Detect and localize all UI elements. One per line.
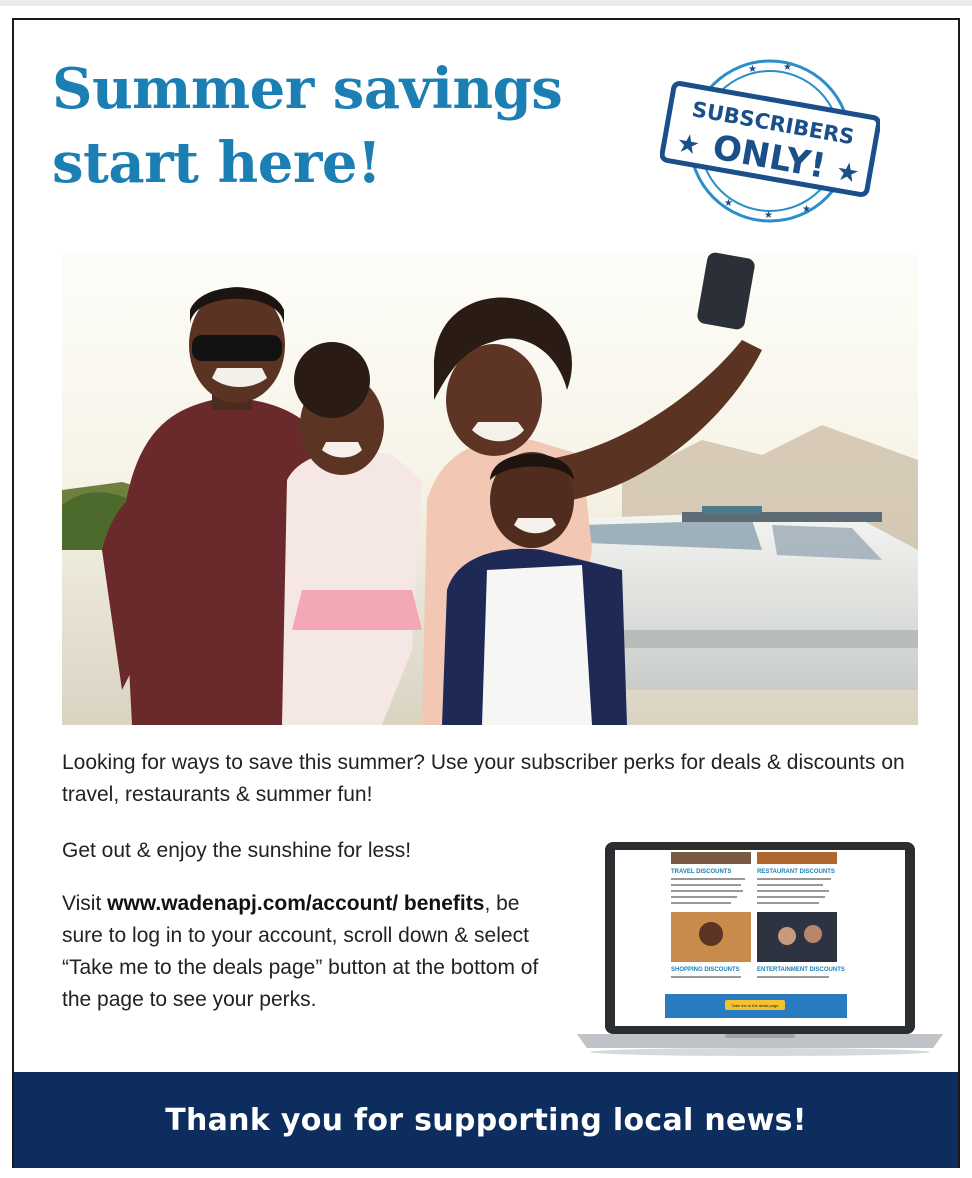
visit-paragraph: Visit www.wadenapj.com/account/ benefits… bbox=[62, 888, 542, 1016]
laptop-mockup: TRAVEL DISCOUNTS RESTAURANT DISCOUNTS SH… bbox=[575, 838, 945, 1058]
benefits-url-link[interactable]: www.wadenapj.com/account/ benefits bbox=[107, 892, 484, 915]
intro-paragraph: Looking for ways to save this summer? Us… bbox=[62, 751, 905, 806]
footer-text: Thank you for supporting local news! bbox=[165, 1102, 807, 1138]
laptop-entertainment-heading: ENTERTAINMENT DISCOUNTS bbox=[757, 967, 845, 973]
subscribers-only-stamp: ★ ★ ★ ★ ★ SUBSCRIBERS ★ ONLY! ★ bbox=[659, 56, 882, 226]
svg-text:★: ★ bbox=[783, 62, 792, 73]
svg-text:★: ★ bbox=[802, 204, 811, 215]
footer-banner: Thank you for supporting local news! bbox=[12, 1072, 960, 1168]
headline: Summer savings start here! bbox=[52, 52, 563, 200]
visit-prefix: Visit bbox=[62, 892, 108, 915]
laptop-restaurant-heading: RESTAURANT DISCOUNTS bbox=[757, 869, 835, 875]
svg-text:★: ★ bbox=[748, 64, 757, 75]
top-strip bbox=[0, 0, 972, 6]
laptop-travel-heading: TRAVEL DISCOUNTS bbox=[671, 869, 731, 875]
laptop-deals-button-label: Take me to the deals page bbox=[732, 1003, 780, 1008]
svg-text:★: ★ bbox=[764, 210, 773, 221]
family-selfie-photo bbox=[62, 250, 918, 725]
svg-text:★: ★ bbox=[724, 198, 733, 209]
laptop-shopping-heading: SHOPPING DISCOUNTS bbox=[671, 967, 740, 973]
headline-line-1: Summer savings bbox=[52, 56, 563, 122]
headline-line-2: start here! bbox=[52, 130, 382, 196]
tagline-paragraph: Get out & enjoy the sunshine for less! bbox=[62, 839, 412, 862]
